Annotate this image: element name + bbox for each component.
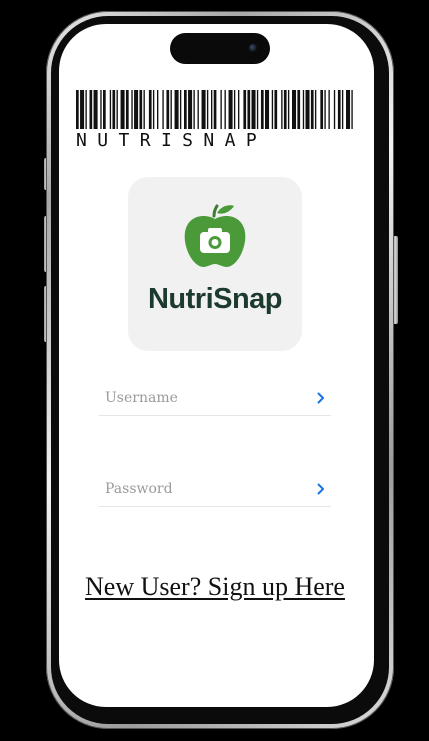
username-input[interactable] (105, 386, 305, 410)
barcode-icon (76, 90, 353, 129)
app-logo: NutriSnap (128, 177, 302, 351)
username-field[interactable] (99, 382, 331, 416)
password-input[interactable] (105, 477, 305, 501)
apple-camera-icon (184, 204, 246, 267)
password-field[interactable] (99, 473, 331, 507)
signup-link[interactable]: New User? Sign up Here (85, 570, 345, 604)
chevron-right-icon[interactable] (317, 392, 325, 404)
barcode-caption: NUTRISNAP (76, 130, 268, 151)
phone-frame: NUTRISNAP NutriSnap Username New User? S… (46, 11, 394, 729)
app-screen: NUTRISNAP NutriSnap Username New User? S… (59, 24, 374, 707)
logo-wordmark: NutriSnap (147, 283, 283, 315)
chevron-right-icon[interactable] (317, 483, 325, 495)
front-camera-icon (249, 44, 257, 52)
dynamic-island (170, 33, 270, 64)
